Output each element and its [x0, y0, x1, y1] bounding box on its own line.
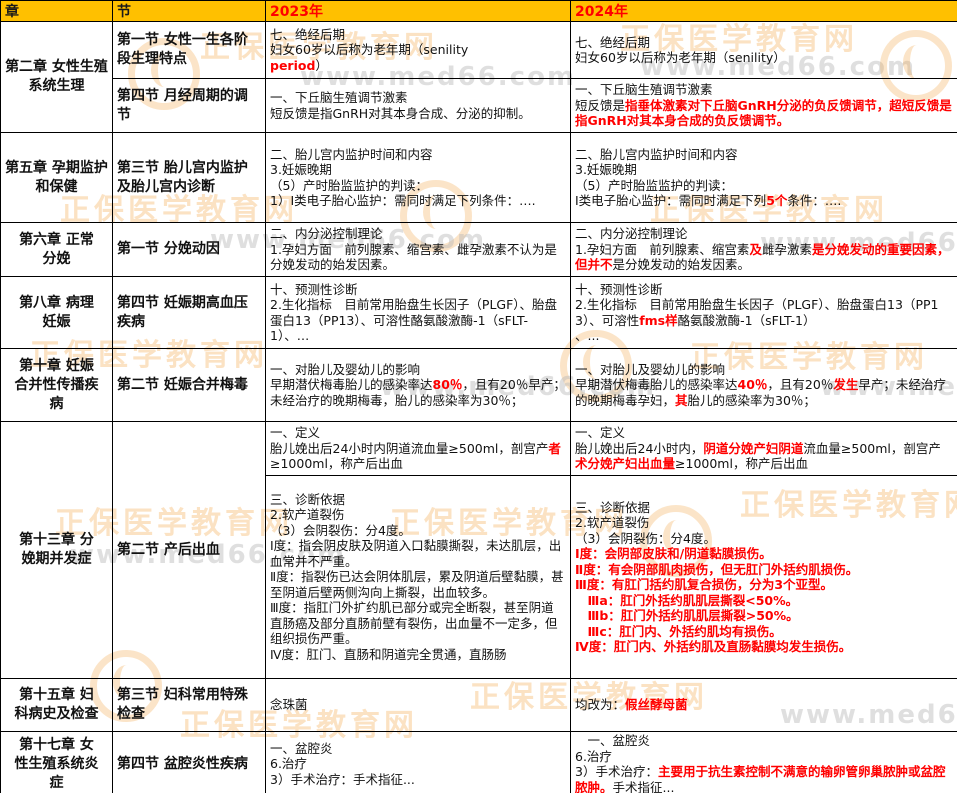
body-text: 二、内分泌控制理论 1.孕妇方面 前列腺素、缩宫素、雌孕激素不认为是分娩发动的始… — [270, 226, 557, 272]
table-row: 第十五章 妇 科病史及检查第三节 妇科常用特殊检查念珠菌 均改为：假丝酵母菌 — [1, 679, 957, 732]
chapter-cell: 第十七章 女 性生殖系统炎 症 — [1, 732, 113, 793]
cell-2024: 二、胎儿宫内监护时间和内容 3.妊娠晚期 （5）产时胎监监护的判读： Ⅰ类电子胎… — [571, 133, 957, 223]
chapter-cell: 第二章 女性生殖系统生理 — [1, 22, 113, 133]
body-text: 一、定义 胎儿娩出后24小时内， — [575, 425, 703, 456]
body-text: 二、内分泌控制理论 1.孕妇方面 前列腺素、缩宫素 — [575, 226, 749, 257]
body-text: 一、定义 胎儿娩出后24小时内阴道流血量≥500ml，剖宫产 — [270, 425, 548, 456]
body-text: 条件：…. — [787, 193, 841, 208]
cell-2023: 一、盆腔炎 6.治疗 3）手术治疗：手术指征... — [266, 732, 571, 793]
header-2023: 2023年 — [266, 1, 571, 22]
cell-2024: 一、下丘脑生殖调节激素 短反馈是指垂体激素对下丘脑GnRH分泌的负反馈调节，超短… — [571, 79, 957, 133]
textbook-change-comparison-page: 正保医学教育网www.med66.com正保医学教育网www.med66.com… — [0, 0, 957, 793]
cell-2023: 二、胎儿宫内监护时间和内容 3.妊娠晚期 （5）产时胎监监护的判读： 1）Ⅰ类电… — [266, 133, 571, 223]
section-cell: 第三节 胎儿宫内监护及胎儿宫内诊断 — [113, 133, 266, 223]
section-cell: 第二节 产后出血 — [113, 422, 266, 679]
table-row: 第六章 正常 分娩第一节 分娩动因二、内分泌控制理论 1.孕妇方面 前列腺素、缩… — [1, 223, 957, 277]
table-body: 第二章 女性生殖系统生理第一节 女性一生各阶段生理特点七、绝经后期 妇女60岁以… — [1, 22, 957, 793]
cell-2024: 十、预测性诊断 2.生化指标 目前常用胎盘生长因子（PLGF）、胎盘蛋白13（P… — [571, 277, 957, 349]
body-text: 均改为： — [575, 697, 625, 712]
changed-text: 其 — [675, 393, 688, 408]
cell-2024: 一、定义 胎儿娩出后24小时内，阴道分娩产妇阴道流血量≥500ml，剖宫产术分娩… — [571, 422, 957, 476]
cell-2024: 一、盆腔炎 6.治疗 3）手术治疗：主要用于抗生素控制不满意的输卵管卵巢脓肿或盆… — [571, 732, 957, 793]
cell-2024: 七、绝经后期 妇女60岁以后称为老年期（senility） — [571, 22, 957, 79]
body-text: 雌孕激素 — [762, 242, 812, 257]
chapter-cell: 第五章 孕期监护和保健 — [1, 133, 113, 223]
cell-2023: 一、定义 胎儿娩出后24小时内阴道流血量≥500ml，剖宫产者 ≥1000ml，称… — [266, 422, 571, 476]
cell-2024: 二、内分泌控制理论 1.孕妇方面 前列腺素、缩宫素及雌孕激素是分娩发动的重要因素… — [571, 223, 957, 277]
body-text: ） — [315, 58, 328, 73]
body-text: 三、诊断依据 2.软产道裂伤 （3）会阴裂伤：分4度。 — [575, 500, 716, 546]
table-row: 第八章 病理 妊娠第四节 妊娠期高血压疾病十、预测性诊断 2.生化指标 目前常用… — [1, 277, 957, 349]
changed-text: 及 — [749, 242, 762, 257]
header-chapter: 章 — [1, 1, 113, 22]
chapter-cell: 第八章 病理 妊娠 — [1, 277, 113, 349]
changed-text: 40％ — [738, 377, 768, 392]
header-section: 节 — [113, 1, 266, 22]
body-text: 一、对胎儿及婴幼儿的影响 早期潜伏梅毒胎儿的感染率达 — [575, 362, 738, 393]
body-text: 手术指征... — [613, 780, 675, 793]
cell-2024: 三、诊断依据 2.软产道裂伤 （3）会阴裂伤：分4度。 Ⅰ度：会阴部皮肤和/阴道… — [571, 476, 957, 679]
cell-2023: 一、对胎儿及婴幼儿的影响 早期潜伏梅毒胎儿的感染率达80％，且有20％早产；未经… — [266, 349, 571, 422]
changed-text: 者 — [548, 441, 561, 456]
changed-text: 指垂体激素对下丘脑GnRH分泌的负反馈调节，超短反馈是指GnRH对其本身合成的负… — [575, 98, 952, 129]
body-text: 一、对胎儿及婴幼儿的影响 早期潜伏梅毒胎儿的感染率达 — [270, 362, 433, 393]
changed-text: 5个 — [766, 193, 787, 208]
cell-2023: 七、绝经后期 妇女60岁以后称为老年期（senility period） — [266, 22, 571, 79]
section-cell: 第四节 妊娠期高血压疾病 — [113, 277, 266, 349]
chapter-cell: 第十三章 分 娩期并发症 — [1, 422, 113, 679]
cell-2024: 一、对胎儿及婴幼儿的影响 早期潜伏梅毒胎儿的感染率达40％，且有20％发生早产；… — [571, 349, 957, 422]
chapter-cell: 第十章 妊娠 合并性传播疾 病 — [1, 349, 113, 422]
table-row: 第二章 女性生殖系统生理第一节 女性一生各阶段生理特点七、绝经后期 妇女60岁以… — [1, 22, 957, 79]
body-text: 三、诊断依据 2.软产道裂伤 （3）会阴裂伤：分4度。 Ⅰ度：指会阴皮肤及阴道入… — [270, 492, 564, 662]
body-text: 念珠菌 — [270, 697, 308, 712]
table-row: 第十七章 女 性生殖系统炎 症第四节 盆腔炎性疾病一、盆腔炎 6.治疗 3）手术… — [1, 732, 957, 793]
table-row: 第五章 孕期监护和保健第三节 胎儿宫内监护及胎儿宫内诊断二、胎儿宫内监护时间和内… — [1, 133, 957, 223]
body-text: 流血量≥500ml，剖宫产 — [803, 441, 940, 456]
section-cell: 第四节 月经周期的调节 — [113, 79, 266, 133]
changed-text: 术分娩产妇出血量 — [575, 456, 675, 471]
table-row: 第十章 妊娠 合并性传播疾 病第二节 妊娠合并梅毒一、对胎儿及婴幼儿的影响 早期… — [1, 349, 957, 422]
body-text: 一、盆腔炎 6.治疗 3）手术治疗：手术指征... — [270, 741, 415, 787]
cell-2023: 二、内分泌控制理论 1.孕妇方面 前列腺素、缩宫素、雌孕激素不认为是分娩发动的始… — [266, 223, 571, 277]
changed-text: 发生 — [833, 377, 858, 392]
body-text: 二、胎儿宫内监护时间和内容 3.妊娠晚期 （5）产时胎监监护的判读： Ⅰ类电子胎… — [575, 147, 766, 209]
section-cell: 第一节 女性一生各阶段生理特点 — [113, 22, 266, 79]
section-cell: 第二节 妊娠合并梅毒 — [113, 349, 266, 422]
body-text: ≥1000ml，称产后出血 — [675, 456, 808, 471]
header-row: 章 节 2023年 2024年 — [1, 1, 957, 22]
changed-text: 阴道分娩产妇阴道 — [703, 441, 803, 456]
cell-2023: 十、预测性诊断 2.生化指标 目前常用胎盘生长因子（PLGF）、胎盘蛋白13（P… — [266, 277, 571, 349]
chapter-cell: 第十五章 妇 科病史及检查 — [1, 679, 113, 732]
cell-2023: 一、下丘脑生殖调节激素 短反馈是指GnRH对其本身合成、分泌的抑制。 — [266, 79, 571, 133]
body-text: 一、下丘脑生殖调节激素 短反馈是指GnRH对其本身合成、分泌的抑制。 — [270, 90, 531, 121]
changed-text: Ⅰ度：会阴部皮肤和/阴道黏膜损伤。 Ⅱ度：有会阴部肌肉损伤，但无肛门外括约肌损伤… — [575, 546, 858, 654]
body-text: 是分娩发动的始发因素。 — [613, 257, 751, 272]
body-text: 胎儿的感染率为30％； — [688, 393, 816, 408]
body-text: ≥1000ml，称产后出血 — [270, 456, 403, 471]
section-cell: 第四节 盆腔炎性疾病 — [113, 732, 266, 793]
changed-text: fms样 — [639, 313, 677, 328]
header-2024: 2024年 — [571, 1, 957, 22]
cell-2023: 念珠菌 — [266, 679, 571, 732]
table-row: 第十三章 分 娩期并发症第二节 产后出血一、定义 胎儿娩出后24小时内阴道流血量… — [1, 422, 957, 476]
table-row: 第四节 月经周期的调节一、下丘脑生殖调节激素 短反馈是指GnRH对其本身合成、分… — [1, 79, 957, 133]
section-cell: 第三节 妇科常用特殊检查 — [113, 679, 266, 732]
body-text: 二、胎儿宫内监护时间和内容 3.妊娠晚期 （5）产时胎监监护的判读： 1）Ⅰ类电… — [270, 147, 536, 209]
changed-text: 80％ — [433, 377, 463, 392]
changed-text: period — [270, 58, 315, 73]
body-text: 十、预测性诊断 2.生化指标 目前常用胎盘生长因子（PLGF）、胎盘蛋白13（P… — [270, 282, 557, 344]
body-text: 七、绝经后期 妇女60岁以后称为老年期（senility — [270, 27, 468, 58]
comparison-table: 章 节 2023年 2024年 第二章 女性生殖系统生理第一节 女性一生各阶段生… — [0, 0, 957, 793]
cell-2024: 均改为：假丝酵母菌 — [571, 679, 957, 732]
changed-text: 假丝酵母菌 — [625, 697, 688, 712]
body-text: ，且有20％ — [767, 377, 833, 392]
body-text: 七、绝经后期 妇女60岁以后称为老年期（senility） — [575, 35, 786, 66]
section-cell: 第一节 分娩动因 — [113, 223, 266, 277]
cell-2023: 三、诊断依据 2.软产道裂伤 （3）会阴裂伤：分4度。 Ⅰ度：指会阴皮肤及阴道入… — [266, 476, 571, 679]
body-text: 一、盆腔炎 6.治疗 3）手术治疗： — [575, 733, 658, 779]
chapter-cell: 第六章 正常 分娩 — [1, 223, 113, 277]
